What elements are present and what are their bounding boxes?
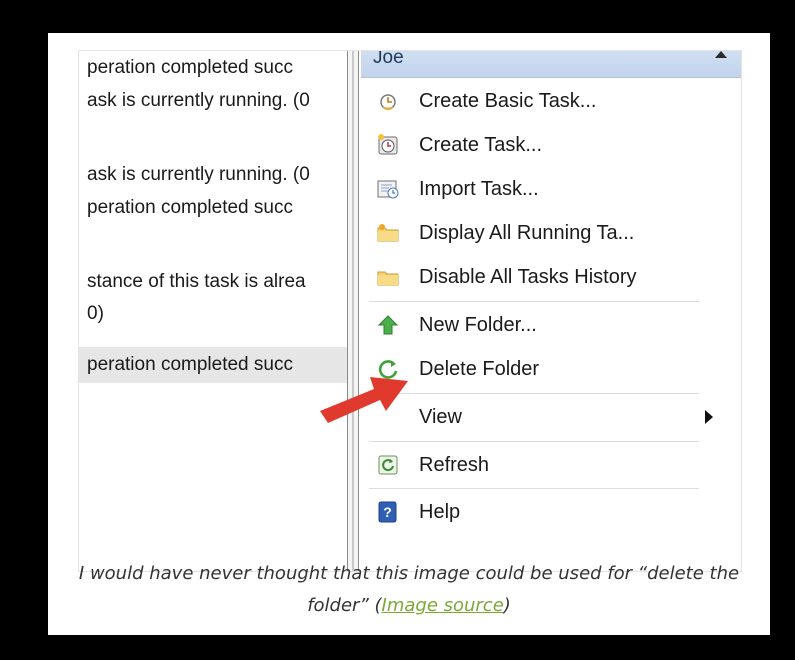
menu-item-disable-history[interactable]: Disable All Tasks History <box>361 255 741 299</box>
menu-item-help[interactable]: ? Help <box>361 490 741 534</box>
menu-item-label: New Folder... <box>419 314 537 336</box>
folder-running-icon <box>377 224 399 242</box>
menu-item-label: Import Task... <box>419 178 539 200</box>
menu-item-create-task[interactable]: Create Task... <box>361 123 741 167</box>
collapse-icon[interactable] <box>715 51 727 58</box>
menu-header[interactable]: Joe <box>361 51 741 78</box>
menu-separator <box>369 488 699 489</box>
folder-history-icon <box>377 271 399 286</box>
svg-text:?: ? <box>383 504 392 520</box>
clock-wizard-icon <box>380 94 396 111</box>
red-pointer-arrow-icon <box>320 377 408 423</box>
pane-splitter[interactable] <box>347 51 359 571</box>
menu-item-view[interactable]: View <box>361 395 741 439</box>
screenshot-card: peration completed succ ask is currently… <box>78 50 742 572</box>
menu-item-delete-folder[interactable]: Delete Folder <box>361 347 741 391</box>
menu-separator <box>369 441 699 442</box>
history-row: peration completed succ <box>87 57 293 78</box>
history-row: peration completed succ <box>87 197 293 218</box>
caption-suffix: ) <box>503 595 511 616</box>
menu-separator <box>369 393 699 394</box>
menu-header-title: Joe <box>373 51 404 68</box>
menu-item-import-task[interactable]: Import Task... <box>361 167 741 211</box>
menu-item-refresh[interactable]: Refresh <box>361 443 741 487</box>
menu-item-display-running-tasks[interactable]: Display All Running Ta... <box>361 211 741 255</box>
refresh-icon <box>378 455 398 475</box>
green-up-arrow-icon <box>377 315 399 335</box>
menu-item-new-folder[interactable]: New Folder... <box>361 303 741 347</box>
menu-item-label: Delete Folder <box>419 358 540 380</box>
history-row: ask is currently running. (0 <box>87 90 310 111</box>
menu-item-label: View <box>419 406 462 428</box>
menu-item-label: Create Basic Task... <box>419 90 597 112</box>
menu-item-label: Disable All Tasks History <box>419 266 637 288</box>
history-row: 0) <box>87 303 104 324</box>
menu-item-label: Help <box>419 501 461 523</box>
history-row: stance of this task is alrea <box>87 271 306 292</box>
menu-separator <box>369 301 699 302</box>
help-icon: ? <box>378 501 397 523</box>
image-caption: I would have never thought that this ima… <box>48 558 770 622</box>
submenu-arrow-icon <box>705 410 713 424</box>
task-clock-icon <box>378 134 398 155</box>
history-row: ask is currently running. (0 <box>87 164 310 185</box>
image-source-link[interactable]: Image source <box>382 595 504 616</box>
menu-item-label: Create Task... <box>419 134 543 156</box>
actions-menu: Joe Create Basic Task... Create Task... … <box>361 51 741 571</box>
history-row-selected: peration completed succ <box>87 354 293 375</box>
menu-item-label: Refresh <box>419 454 490 476</box>
menu-item-label: Display All Running Ta... <box>419 222 635 244</box>
import-task-icon <box>377 180 399 199</box>
screenshot-frame: peration completed succ ask is currently… <box>48 33 770 635</box>
menu-item-create-basic-task[interactable]: Create Basic Task... <box>361 79 741 123</box>
task-history-pane: peration completed succ ask is currently… <box>79 51 347 571</box>
